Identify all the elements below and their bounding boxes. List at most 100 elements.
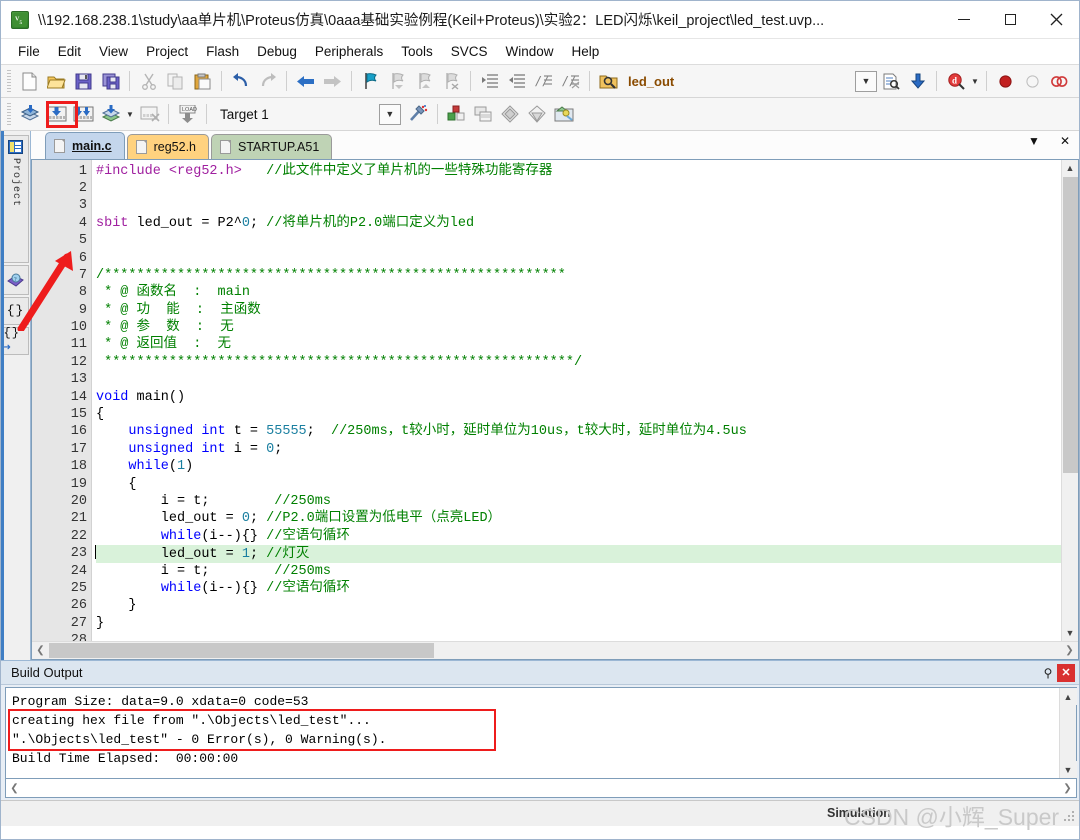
scroll-left-arrow-icon[interactable]: ❮ xyxy=(32,642,49,659)
code-line[interactable]: * @ 返回值 : 无 xyxy=(96,336,1061,353)
copy-icon[interactable] xyxy=(162,68,189,94)
sidebar-item-project[interactable]: Project xyxy=(2,135,29,263)
build-horizontal-scrollbar[interactable]: ❮ ❯ xyxy=(5,779,1077,798)
menu-debug[interactable]: Debug xyxy=(248,41,306,62)
code-line[interactable]: * @ 参 数 : 无 xyxy=(96,319,1061,336)
software-packs-icon[interactable] xyxy=(551,101,578,127)
code-line[interactable]: } xyxy=(96,615,1061,632)
build-output-text[interactable]: Program Size: data=9.0 xdata=0 code=53 cr… xyxy=(6,688,1059,778)
editor-tab-main-c[interactable]: main.c xyxy=(45,131,125,159)
scroll-down-arrow-icon[interactable]: ▼ xyxy=(1059,761,1077,778)
menu-window[interactable]: Window xyxy=(496,41,562,62)
new-file-icon[interactable] xyxy=(16,68,43,94)
pack-installer-icon[interactable] xyxy=(497,101,524,127)
minimize-button[interactable] xyxy=(941,1,987,39)
translate-icon[interactable] xyxy=(16,101,43,127)
find-in-files-icon[interactable] xyxy=(595,68,622,94)
code-line[interactable] xyxy=(96,180,1061,197)
tab-close-icon[interactable]: ✕ xyxy=(1055,133,1075,149)
scroll-left-arrow-icon[interactable]: ❮ xyxy=(6,780,23,797)
editor-vertical-scrollbar[interactable]: ▲ ▼ xyxy=(1061,159,1078,641)
code-line[interactable]: ****************************************… xyxy=(96,354,1061,371)
breakpoint-kill-icon[interactable] xyxy=(1046,68,1073,94)
menu-svcs[interactable]: SVCS xyxy=(442,41,497,62)
hscroll-track[interactable] xyxy=(434,643,1061,658)
toolbar-grip[interactable] xyxy=(7,70,11,92)
code-line[interactable] xyxy=(96,632,1061,641)
save-all-icon[interactable] xyxy=(97,68,124,94)
insert-icon[interactable] xyxy=(904,68,931,94)
scroll-track[interactable] xyxy=(1060,705,1076,761)
code-line[interactable]: #include <reg52.h> //此文件中定义了单片机的一些特殊功能寄存… xyxy=(96,163,1061,180)
debug-find-icon[interactable]: d xyxy=(942,68,969,94)
code-line[interactable]: sbit led_out = P2^0; //将单片机的P2.0端口定义为led xyxy=(96,215,1061,232)
toolbar-grip[interactable] xyxy=(7,103,11,125)
breakpoint-disable-icon[interactable] xyxy=(1019,68,1046,94)
combo-dropdown-arrow[interactable]: ▼ xyxy=(855,70,877,92)
bookmark-prev-icon[interactable] xyxy=(384,68,411,94)
batch-build-icon[interactable] xyxy=(97,101,124,127)
dropdown-caret-icon[interactable]: ▼ xyxy=(969,68,981,94)
resize-grip[interactable] xyxy=(1064,811,1076,823)
code-line[interactable]: i = t; //250ms xyxy=(96,493,1061,510)
outdent-icon[interactable] xyxy=(503,68,530,94)
manage-components-icon[interactable] xyxy=(443,101,470,127)
sidebar-item-functions[interactable]: {} xyxy=(2,297,29,325)
open-file-icon[interactable] xyxy=(43,68,70,94)
comment-icon[interactable]: // xyxy=(530,68,557,94)
save-icon[interactable] xyxy=(70,68,97,94)
code-line[interactable]: { xyxy=(96,406,1061,423)
code-line[interactable]: led_out = 1; //灯灭 xyxy=(95,545,1061,563)
menu-tools[interactable]: Tools xyxy=(392,41,442,62)
navigate-forward-icon[interactable] xyxy=(319,68,346,94)
menu-project[interactable]: Project xyxy=(137,41,197,62)
navigate-back-icon[interactable] xyxy=(292,68,319,94)
code-line[interactable]: while(i--){} //空语句循环 xyxy=(96,528,1061,545)
code-line[interactable]: * @ 功 能 : 主函数 xyxy=(96,302,1061,319)
menu-file[interactable]: File xyxy=(9,41,49,62)
redo-icon[interactable] xyxy=(254,68,281,94)
rebuild-all-icon[interactable] xyxy=(70,101,97,127)
menu-flash[interactable]: Flash xyxy=(197,41,248,62)
bookmark-clear-icon[interactable] xyxy=(438,68,465,94)
code-line[interactable]: /***************************************… xyxy=(96,267,1061,284)
code-line[interactable]: while(1) xyxy=(96,458,1061,475)
download-icon[interactable]: LOAD xyxy=(174,101,201,127)
manage-runtime-icon[interactable] xyxy=(524,101,551,127)
menu-help[interactable]: Help xyxy=(563,41,609,62)
code-line[interactable]: i = t; //250ms xyxy=(96,563,1061,580)
code-line[interactable]: led_out = 0; //P2.0端口设置为低电平（点亮LED） xyxy=(96,510,1061,527)
code-line[interactable]: while(i--){} //空语句循环 xyxy=(96,580,1061,597)
hscroll-thumb[interactable] xyxy=(49,643,434,658)
stop-build-icon[interactable] xyxy=(136,101,163,127)
code-line[interactable]: { xyxy=(96,476,1061,493)
scroll-track[interactable] xyxy=(1062,472,1078,624)
scroll-up-arrow-icon[interactable]: ▲ xyxy=(1059,688,1077,705)
code-text[interactable]: #include <reg52.h> //此文件中定义了单片机的一些特殊功能寄存… xyxy=(92,159,1061,641)
tab-list-dropdown-icon[interactable]: ▼ xyxy=(1023,133,1045,149)
scroll-right-arrow-icon[interactable]: ❯ xyxy=(1061,642,1078,659)
scroll-up-arrow-icon[interactable]: ▲ xyxy=(1061,159,1078,177)
editor-tab-startup-a51[interactable]: STARTUP.A51 xyxy=(211,133,333,159)
code-line[interactable] xyxy=(96,250,1061,267)
build-vertical-scrollbar[interactable]: ▲ ▼ xyxy=(1059,688,1077,778)
bookmark-next-icon[interactable] xyxy=(411,68,438,94)
code-line[interactable]: * @ 函数名 : main xyxy=(96,284,1061,301)
breakpoint-icon[interactable] xyxy=(992,68,1019,94)
uncomment-icon[interactable]: // xyxy=(557,68,584,94)
multi-project-icon[interactable] xyxy=(470,101,497,127)
pin-icon[interactable]: ⚲ xyxy=(1039,664,1057,682)
cut-icon[interactable] xyxy=(135,68,162,94)
code-line[interactable] xyxy=(96,371,1061,388)
menu-view[interactable]: View xyxy=(90,41,137,62)
undo-icon[interactable] xyxy=(227,68,254,94)
indent-icon[interactable] xyxy=(476,68,503,94)
scroll-thumb[interactable] xyxy=(1062,176,1078,473)
target-options-icon[interactable] xyxy=(405,101,432,127)
code-line[interactable]: unsigned int t = 55555; //250ms，t较小时，延时单… xyxy=(96,423,1061,440)
find-text-value[interactable]: led_out xyxy=(628,74,674,89)
find-next-icon[interactable] xyxy=(877,68,904,94)
code-line[interactable] xyxy=(96,197,1061,214)
build-target-icon[interactable] xyxy=(43,101,70,127)
build-output-close-icon[interactable]: ✕ xyxy=(1057,663,1075,682)
